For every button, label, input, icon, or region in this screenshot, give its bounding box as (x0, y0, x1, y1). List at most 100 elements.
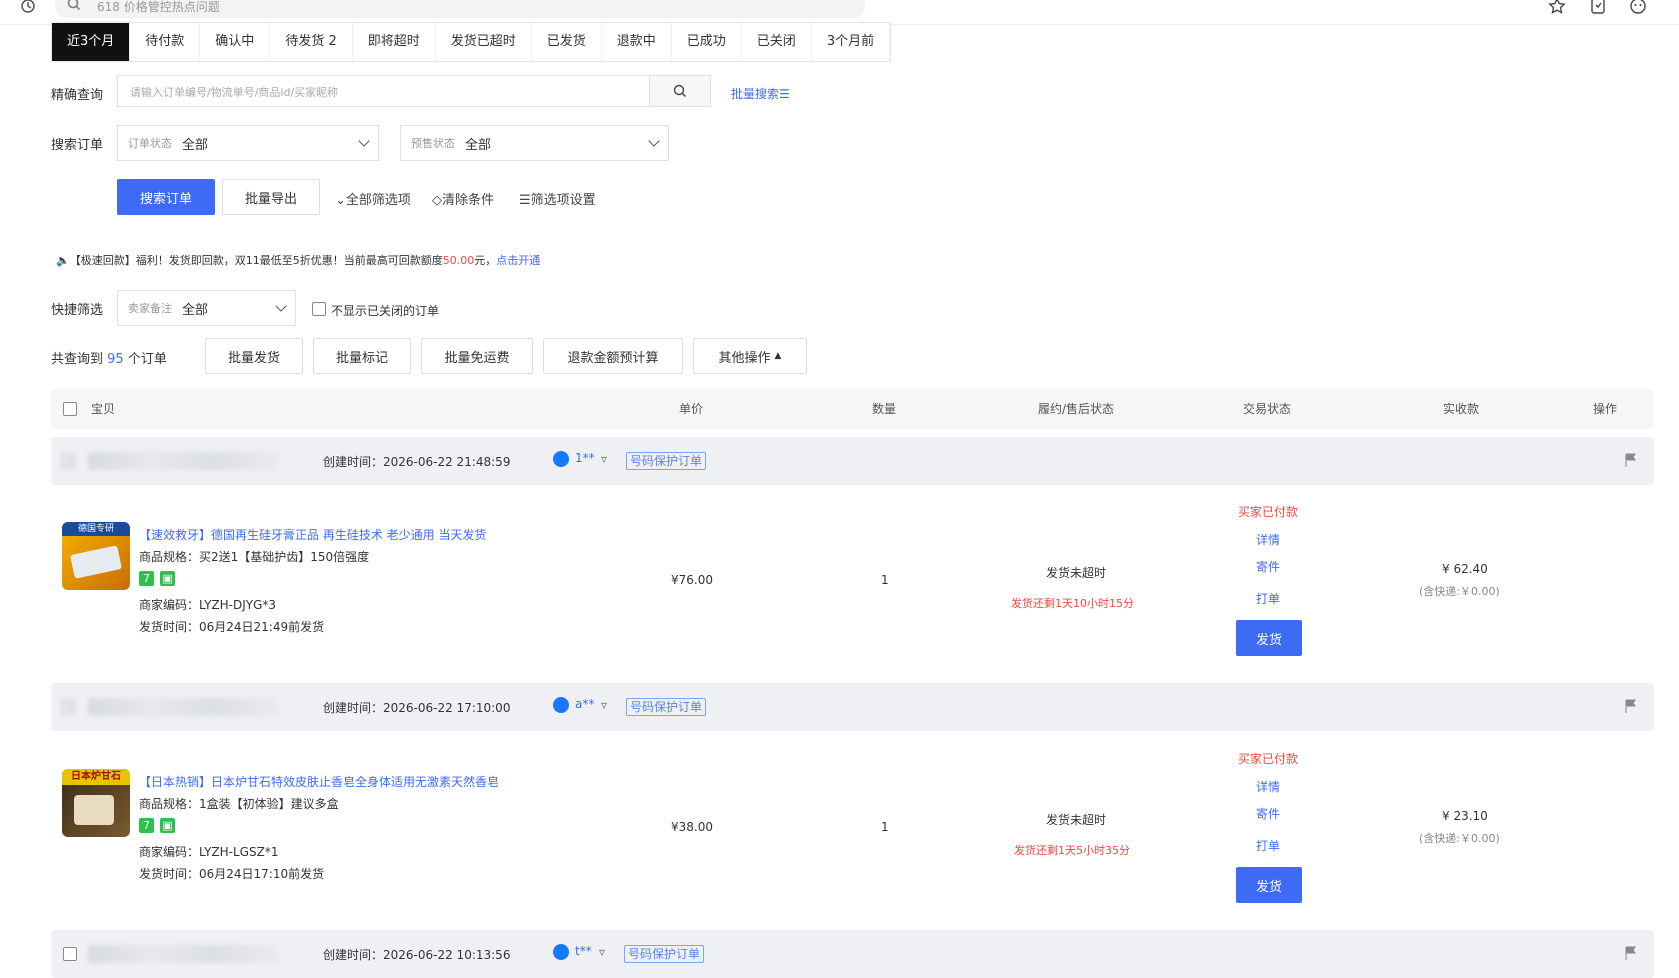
exact-query-search-button[interactable] (649, 76, 710, 106)
tab-last-3-months[interactable]: 近3个月 (52, 23, 131, 61)
product-badges: 7 ▣ (139, 818, 181, 833)
header-after-sale: 履约/售后状态 (1038, 402, 1115, 416)
flag-icon[interactable] (1625, 699, 1637, 713)
ship-deadline: 发货时间：06月24日17:10前发货 (139, 867, 325, 881)
send-link[interactable]: 寄件 (1256, 805, 1280, 822)
print-link[interactable]: 打单 (1256, 590, 1280, 607)
batch-export-button[interactable]: 批量导出 (222, 179, 320, 215)
product-thumbnail-text: 德国专研 (62, 522, 130, 536)
filter-icon[interactable]: ▿ (599, 945, 605, 959)
chat-icon[interactable] (553, 451, 569, 467)
tab-near-timeout[interactable]: 即将超时 (353, 23, 436, 61)
detail-link[interactable]: 详情 (1256, 531, 1280, 548)
tab-closed[interactable]: 已关闭 (742, 23, 812, 61)
other-actions-label: 其他操作 (718, 350, 771, 366)
chevron-down-icon: ⌄ (335, 193, 346, 208)
filter-icon[interactable]: ▿ (601, 698, 607, 712)
tab-shipped[interactable]: 已发货 (532, 23, 602, 61)
order-id-blurred (88, 945, 278, 963)
refund-precalc-button[interactable]: 退款金额预计算 (543, 338, 683, 374)
product-thumbnail[interactable]: 德国专研 (62, 522, 130, 590)
all-filters-toggle[interactable]: ⌄全部筛选项 (335, 189, 411, 208)
batch-free-shipping-button[interactable]: 批量免运费 (421, 338, 533, 374)
product-title[interactable]: 【速效救牙】德国再生硅牙膏正品 再生硅技术 老少通用 当天发货 (139, 526, 486, 543)
order-id-blurred (88, 698, 278, 716)
filter-icon[interactable]: ▿ (601, 452, 607, 466)
order-created-time: 创建时间：2026-06-22 21:48:59 (323, 455, 511, 469)
presale-status-select-label: 预售状态 (411, 137, 455, 150)
order-header: 创建时间：2026-06-22 10:13:56 t** ▿ 号码保护订单 (51, 930, 1654, 978)
batch-search-link[interactable]: 批量搜索☰ (731, 85, 790, 102)
search-icon (67, 0, 81, 11)
product-title[interactable]: 【日本热销】日本炉甘石特效皮肤止香皂全身体适用无激素天然香皂 (139, 773, 499, 790)
tab-pending-payment[interactable]: 待付款 (130, 23, 201, 61)
product-badges: 7 ▣ (139, 571, 181, 586)
order-header: 创建时间：2026-06-22 17:10:00 a** ▿ 号码保护订单 (51, 683, 1654, 731)
tab-to-ship[interactable]: 待发货 2 (270, 23, 353, 61)
seller-remark-select[interactable]: 卖家备注 全部 (117, 290, 296, 326)
unit-price: ¥76.00 (671, 573, 713, 587)
extension-icon[interactable] (1590, 0, 1606, 15)
ship-button[interactable]: 发货 (1236, 620, 1302, 656)
guarantee-icon: ▣ (160, 818, 175, 833)
unit-price: ¥38.00 (671, 820, 713, 834)
other-actions-button[interactable]: 其他操作 ▲ (693, 338, 807, 374)
batch-ship-button[interactable]: 批量发货 (205, 338, 303, 374)
print-link[interactable]: 打单 (1256, 837, 1280, 854)
filter-settings-button[interactable]: ☰筛选项设置 (519, 189, 596, 208)
buyer-name[interactable]: a** (575, 697, 594, 711)
presale-status-select[interactable]: 预售状态 全部 (400, 125, 669, 161)
tab-3-months-ago[interactable]: 3个月前 (812, 23, 891, 61)
chat-icon[interactable] (553, 944, 569, 960)
clear-filters-button[interactable]: ◇清除条件 (432, 189, 494, 208)
profile-icon[interactable] (1629, 0, 1647, 15)
buyer-name[interactable]: 1** (575, 451, 595, 465)
buyer-name[interactable]: t** (575, 944, 592, 958)
tab-refunding[interactable]: 退款中 (602, 23, 672, 61)
order-status-select-label: 订单状态 (128, 137, 172, 150)
header-ops: 操作 (1593, 402, 1618, 416)
merchant-code: 商家编码：LYZH-DJYG*3 (139, 598, 277, 612)
quantity: 1 (881, 573, 889, 587)
ship-button[interactable]: 发货 (1236, 867, 1302, 903)
chat-icon[interactable] (553, 697, 569, 713)
flag-icon[interactable] (1625, 946, 1637, 960)
list-icon: ☰ (519, 193, 531, 208)
order-status-select[interactable]: 订单状态 全部 (117, 125, 379, 161)
ship-remaining-time: 发货还剩1天5小时35分 (1014, 844, 1130, 857)
paid-amount: ¥ 62.40 (1442, 562, 1488, 576)
quick-filter-label: 快捷筛选 (51, 303, 104, 318)
notice-suffix: 元， (474, 254, 497, 267)
search-orders-button[interactable]: 搜索订单 (117, 179, 215, 215)
batch-mark-button[interactable]: 批量标记 (313, 338, 411, 374)
privacy-order-tag: 号码保护订单 (626, 698, 707, 716)
order-status-select-value: 全部 (182, 137, 209, 153)
tab-ship-timeout[interactable]: 发货已超时 (436, 23, 532, 61)
product-thumbnail[interactable]: 日本炉甘石 (62, 769, 130, 837)
privacy-order-tag: 号码保护订单 (626, 452, 707, 470)
all-filters-label: 全部筛选项 (345, 193, 411, 208)
merchant-code: 商家编码：LYZH-LGSZ*1 (139, 845, 279, 859)
send-link[interactable]: 寄件 (1256, 558, 1280, 575)
browser-search-bar[interactable]: 618 价格管控热点问题 (55, 0, 865, 18)
seller-remark-select-value: 全部 (182, 302, 209, 318)
order-status-tabs: 近3个月 待付款 确认中 待发货 2 即将超时 发货已超时 已发货 退款中 已成… (51, 22, 892, 62)
speaker-icon: 🔈 (56, 254, 70, 267)
tab-success[interactable]: 已成功 (672, 23, 742, 61)
order-checkbox[interactable] (63, 947, 77, 961)
select-all-checkbox[interactable] (63, 402, 77, 416)
notice-open-link[interactable]: 点击开通 (496, 254, 540, 267)
chevron-down-icon (358, 135, 370, 147)
order-created-time: 创建时间：2026-06-22 17:10:00 (323, 701, 511, 715)
result-count-suffix: 个订单 (127, 352, 167, 367)
filter-settings-label: 筛选项设置 (530, 193, 596, 208)
result-count-prefix: 共查询到 (51, 352, 104, 367)
exact-query-input[interactable]: 请输入订单编号/物流单号/商品id/买家昵称 (117, 75, 711, 107)
eraser-icon: ◇ (432, 193, 442, 208)
star-icon[interactable] (1548, 0, 1566, 15)
history-icon[interactable] (20, 0, 36, 14)
hide-closed-checkbox[interactable] (312, 302, 326, 316)
tab-confirming[interactable]: 确认中 (200, 23, 271, 61)
detail-link[interactable]: 详情 (1256, 778, 1280, 795)
flag-icon[interactable] (1625, 453, 1637, 467)
